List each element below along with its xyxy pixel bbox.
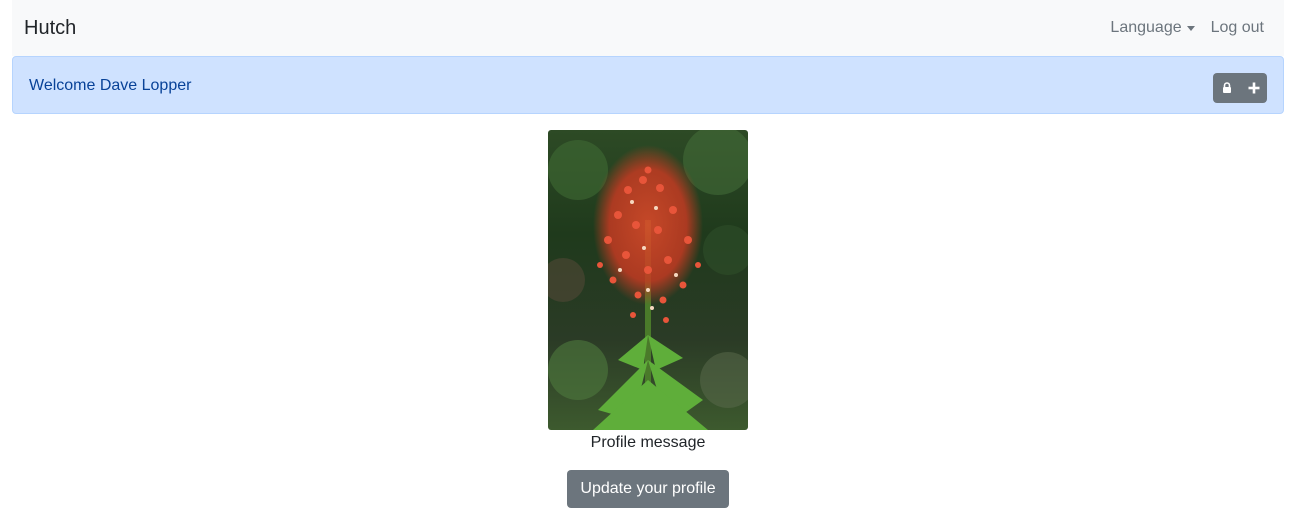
brand-link[interactable]: Hutch [24, 16, 76, 40]
lock-icon [1222, 82, 1231, 93]
navbar-right: Language Log out [1110, 18, 1264, 38]
update-profile-button[interactable]: Update your profile [567, 470, 729, 508]
alert-button-group [1213, 73, 1267, 103]
top-navbar: Hutch Language Log out [12, 0, 1284, 56]
profile-photo [548, 130, 748, 430]
welcome-alert: Welcome Dave Lopper [12, 56, 1284, 114]
flower-photo-image [548, 130, 748, 430]
caret-down-icon [1186, 26, 1195, 31]
language-dropdown[interactable]: Language [1110, 18, 1195, 38]
welcome-text: Welcome Dave Lopper [29, 77, 192, 94]
lock-button[interactable] [1213, 73, 1240, 103]
add-button[interactable] [1240, 73, 1267, 103]
logout-link[interactable]: Log out [1211, 18, 1264, 38]
language-label: Language [1110, 19, 1182, 36]
profile-message: Profile message [590, 434, 706, 451]
plus-icon [1248, 82, 1259, 94]
